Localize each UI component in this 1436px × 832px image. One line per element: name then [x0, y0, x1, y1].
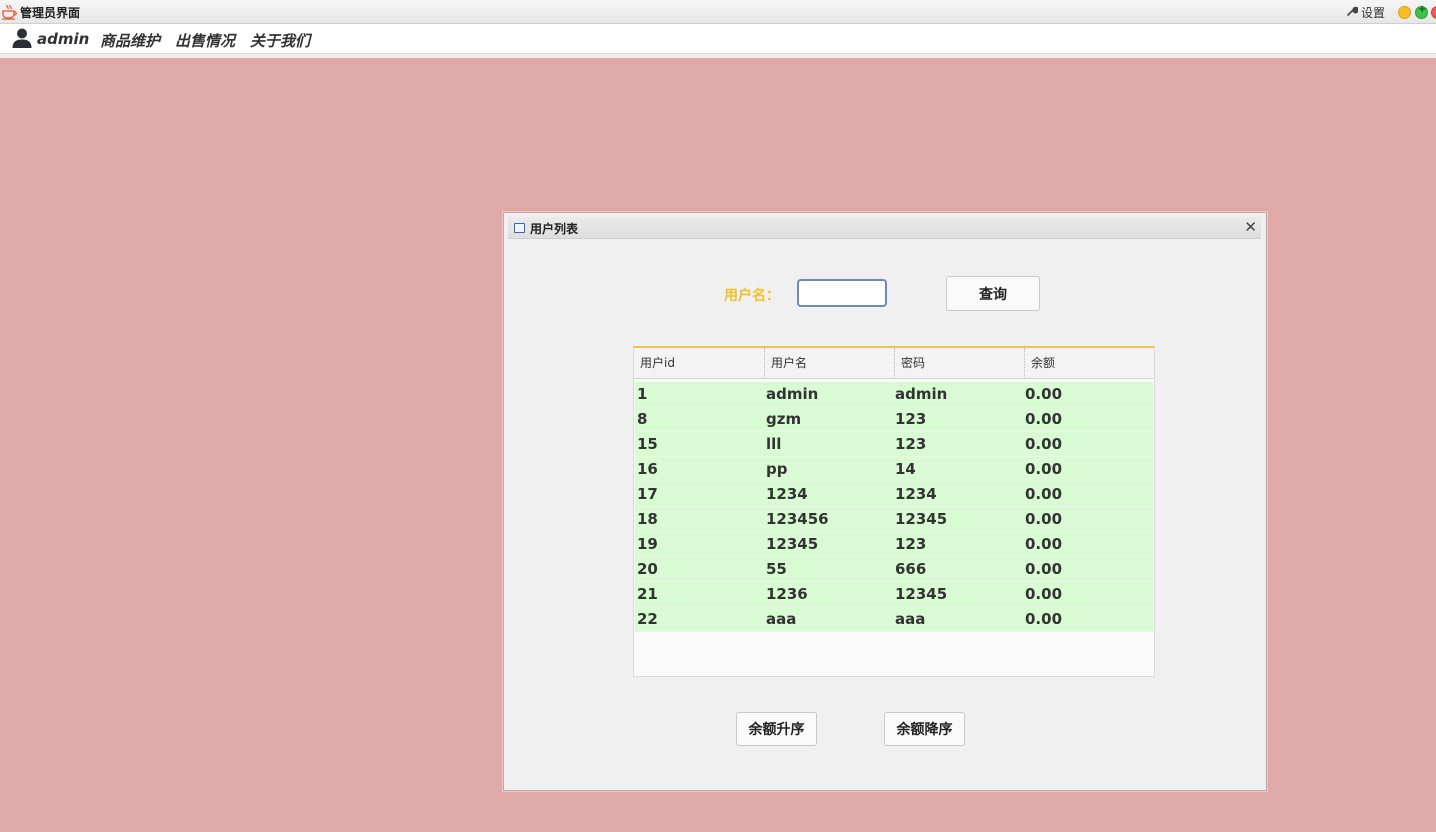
username-input[interactable]	[797, 279, 887, 307]
table-cell: 1234	[895, 485, 937, 503]
table-cell: 0.00	[1025, 610, 1063, 628]
table-cell: 20	[637, 560, 658, 578]
column-header-balance[interactable]: 余额	[1024, 348, 1154, 378]
table-cell: 22	[637, 610, 658, 628]
table-cell: gzm	[766, 410, 802, 428]
table-row[interactable]: 18 123456 12345 0.00	[635, 507, 1153, 532]
table-cell: 8	[637, 410, 648, 428]
table-cell: admin	[895, 385, 948, 403]
user-icon	[11, 27, 33, 53]
table-cell: 123	[895, 535, 927, 553]
table-cell: 666	[895, 560, 927, 578]
java-cup-icon	[1, 4, 17, 24]
menu-bar: admin 商品维护 出售情况 关于我们	[0, 24, 1436, 54]
table-cell: 0.00	[1025, 585, 1063, 603]
table-cell: 0.00	[1025, 410, 1063, 428]
table-row[interactable]: 22 aaa aaa 0.00	[635, 607, 1153, 632]
table-cell: 15	[637, 435, 658, 453]
menubar-divider	[0, 54, 1436, 58]
table-cell: 123	[895, 435, 927, 453]
menu-about-us[interactable]: 关于我们	[250, 30, 310, 51]
column-header-password[interactable]: 密码	[894, 348, 1024, 378]
window-icon	[514, 223, 525, 233]
menu-admin[interactable]: admin	[37, 30, 89, 48]
table-cell: 0.00	[1025, 510, 1063, 528]
table-cell: 21	[637, 585, 658, 603]
table-cell: 19	[637, 535, 658, 553]
table-cell: 0.00	[1025, 385, 1063, 403]
table-cell: aaa	[766, 610, 797, 628]
settings-button[interactable]: 设置	[1346, 4, 1385, 21]
table-cell: 123456	[766, 510, 829, 528]
table-cell: 0.00	[1025, 535, 1063, 553]
settings-label: 设置	[1361, 6, 1386, 20]
table-cell: lll	[766, 435, 782, 453]
table-cell: 1234	[766, 485, 808, 503]
username-label: 用户名：	[724, 288, 780, 304]
minimize-button[interactable]	[1398, 6, 1411, 19]
wrench-icon	[1346, 5, 1359, 20]
table-cell: 0.00	[1025, 435, 1063, 453]
table-cell: 12345	[766, 535, 819, 553]
column-header-user-id[interactable]: 用户id	[634, 348, 764, 378]
table-row[interactable]: 15 lll 123 0.00	[635, 432, 1153, 457]
table-cell: 12345	[895, 585, 948, 603]
table-body: 1 admin admin 0.00 8 gzm 123 0.00 15 lll 123 0.00 16…	[635, 382, 1153, 632]
table-row[interactable]: 21 1236 12345 0.00	[635, 582, 1153, 607]
table-cell: 0.00	[1025, 460, 1063, 478]
sort-balance-descending-button[interactable]: 余额降序	[884, 712, 965, 746]
table-cell: 14	[895, 460, 916, 478]
menu-sales-status[interactable]: 出售情况	[175, 30, 235, 51]
sort-balance-ascending-button[interactable]: 余额升序	[736, 712, 817, 746]
user-list-title-bar[interactable]: 用户列表 ✕	[508, 217, 1261, 239]
column-header-username[interactable]: 用户名	[764, 348, 894, 378]
table-row[interactable]: 8 gzm 123 0.00	[635, 407, 1153, 432]
user-list-window: 用户列表 ✕ 用户名： 查询 用户id 用户名 密码 余额 1 admin admi…	[503, 212, 1267, 791]
table-cell: pp	[766, 460, 788, 478]
table-cell: 0.00	[1025, 485, 1063, 503]
table-cell: 1	[637, 385, 648, 403]
title-bar: 管理员界面 设置	[0, 0, 1436, 24]
table-cell: 55	[766, 560, 787, 578]
table-cell: 1236	[766, 585, 808, 603]
table-row[interactable]: 1 admin admin 0.00	[635, 382, 1153, 407]
window-title: 管理员界面	[20, 6, 81, 20]
menu-product-maintenance[interactable]: 商品维护	[100, 30, 160, 51]
user-table: 用户id 用户名 密码 余额 1 admin admin 0.00 8 gzm 123 0.0…	[633, 346, 1155, 677]
user-list-title: 用户列表	[530, 222, 579, 236]
table-cell: aaa	[895, 610, 926, 628]
close-icon[interactable]: ✕	[1244, 218, 1257, 236]
table-cell: 0.00	[1025, 560, 1063, 578]
table-header: 用户id 用户名 密码 余额	[634, 348, 1154, 379]
table-row[interactable]: 16 pp 14 0.00	[635, 457, 1153, 482]
maximize-button[interactable]	[1415, 4, 1428, 19]
table-cell: admin	[766, 385, 819, 403]
query-button[interactable]: 查询	[946, 276, 1040, 311]
table-row[interactable]: 19 12345 123 0.00	[635, 532, 1153, 557]
table-cell: 16	[637, 460, 658, 478]
table-row[interactable]: 20 55 666 0.00	[635, 557, 1153, 582]
table-cell: 123	[895, 410, 927, 428]
table-row[interactable]: 17 1234 1234 0.00	[635, 482, 1153, 507]
table-cell: 17	[637, 485, 658, 503]
table-cell: 12345	[895, 510, 948, 528]
close-window-button[interactable]	[1431, 6, 1436, 19]
table-cell: 18	[637, 510, 658, 528]
